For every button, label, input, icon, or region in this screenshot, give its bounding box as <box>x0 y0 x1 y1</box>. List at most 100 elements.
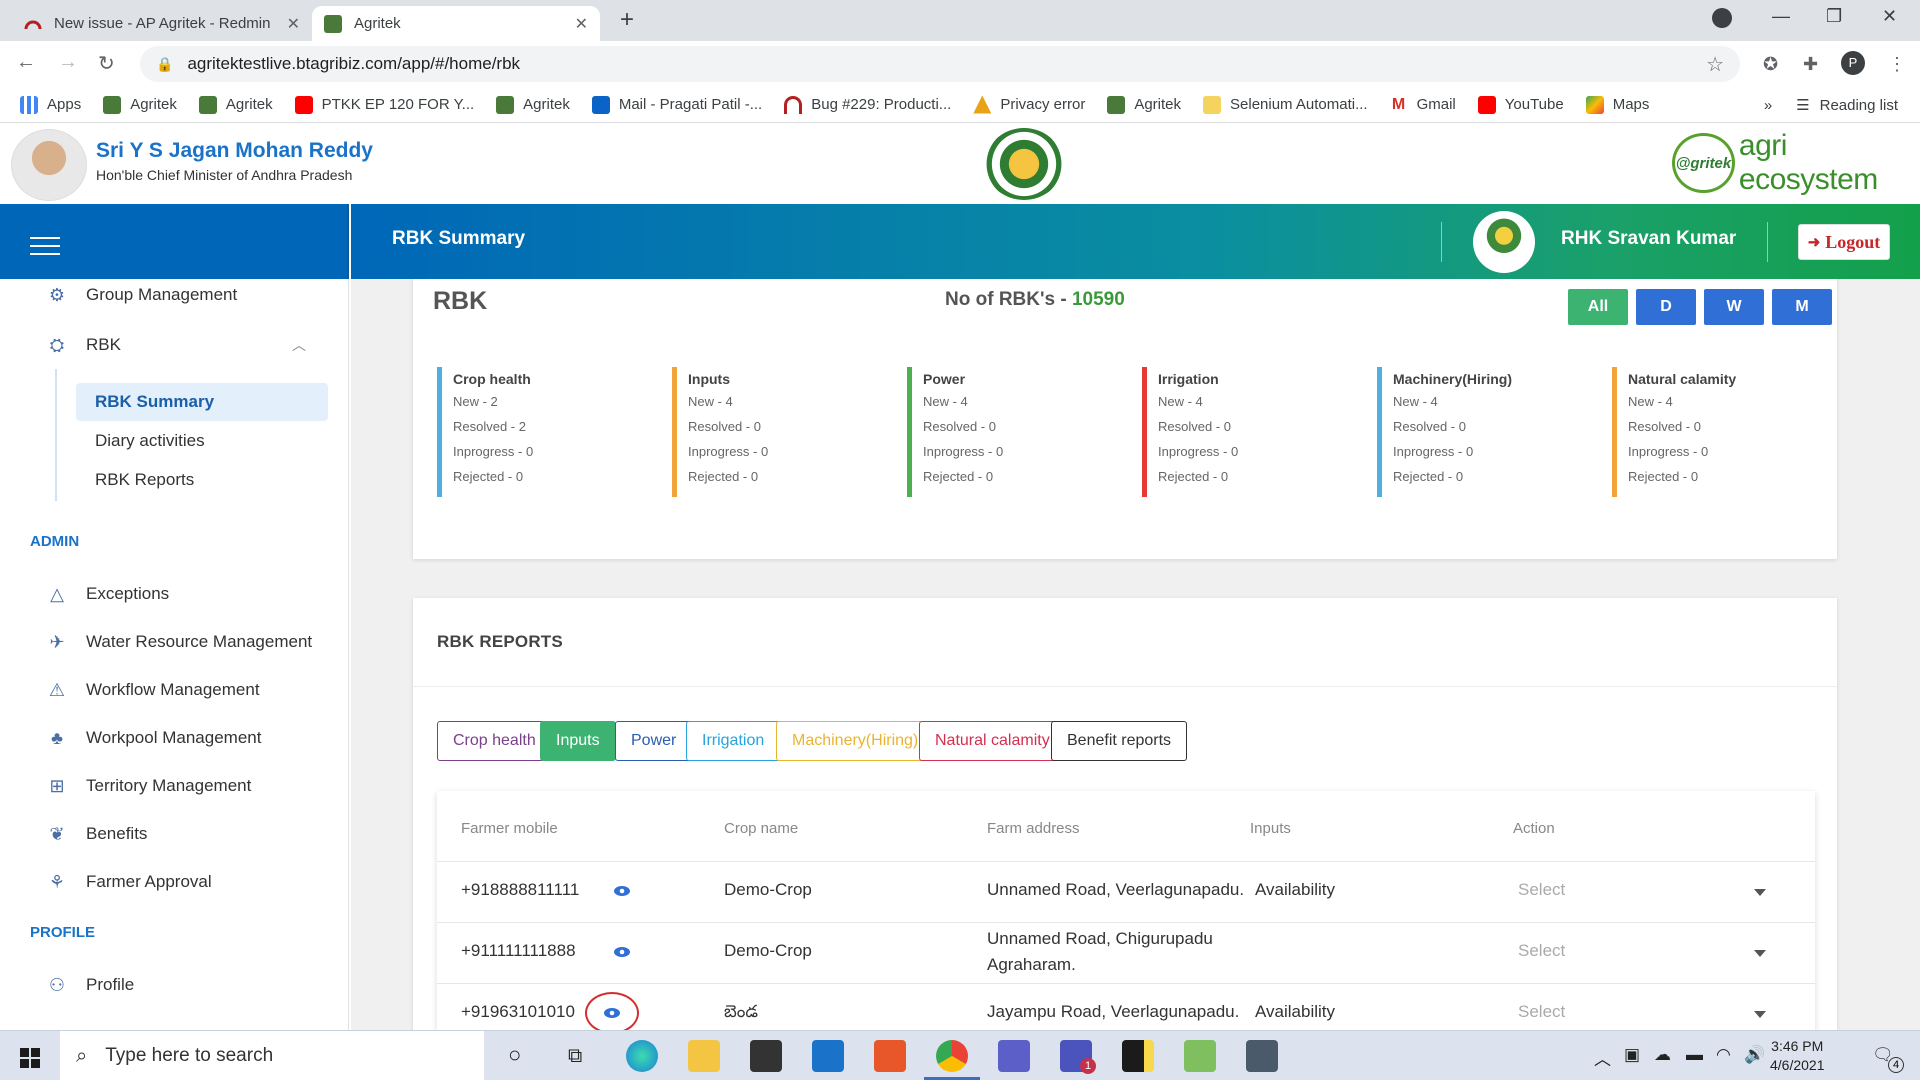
chrome-icon[interactable] <box>936 1040 968 1072</box>
bookmark-agritek[interactable]: Agritek <box>103 95 177 114</box>
more-bookmarks-icon[interactable]: » <box>1764 97 1772 114</box>
task-view-icon[interactable]: ⧉ <box>568 1045 582 1068</box>
report-tab-natural-calamity[interactable]: Natural calamity <box>919 721 1066 761</box>
office-icon[interactable] <box>874 1040 906 1072</box>
user-avatar[interactable] <box>1473 211 1535 273</box>
period-all-button[interactable]: All <box>1568 289 1628 325</box>
sidebar-item-profile[interactable]: ⚇ Profile <box>44 972 134 998</box>
reading-list-label[interactable]: Reading list <box>1820 97 1898 114</box>
bookmark-mail[interactable]: Mail - Pragati Patil -... <box>591 95 762 114</box>
hamburger-menu-icon[interactable] <box>30 237 60 261</box>
bookmark-agritek[interactable]: Agritek <box>1107 95 1181 114</box>
sidebar-item-label: Profile <box>86 975 135 994</box>
sticky-notes-icon[interactable] <box>1122 1040 1154 1072</box>
forward-icon[interactable]: → <box>58 51 78 74</box>
windows-start-icon[interactable] <box>20 1048 40 1068</box>
file-explorer-icon[interactable] <box>688 1040 720 1072</box>
chevron-up-icon[interactable]: ︿ <box>292 335 306 355</box>
view-eye-icon[interactable] <box>613 946 631 958</box>
view-eye-icon[interactable] <box>613 885 631 897</box>
sidebar-item-group-management[interactable]: ⚙ Group Management <box>44 282 237 308</box>
period-day-button[interactable]: D <box>1636 289 1696 325</box>
cell-crop-name: బెండ <box>724 1002 758 1021</box>
mail-icon[interactable] <box>812 1040 844 1072</box>
sidebar-item-workflow[interactable]: ⚠ Workflow Management <box>44 677 260 703</box>
bookmark-selenium[interactable]: Selenium Automati... <box>1203 95 1368 114</box>
report-tab-irrigation[interactable]: Irrigation <box>686 721 781 761</box>
edge-icon[interactable] <box>626 1040 658 1072</box>
sidebar-item-rbk[interactable]: ⛭ RBK <box>44 332 121 358</box>
extension-icon[interactable]: ✪ <box>1763 54 1778 75</box>
sidebar-item-workpool[interactable]: ♣ Workpool Management <box>44 725 261 751</box>
report-tab-crop-health[interactable]: Crop health <box>437 721 552 761</box>
close-tab-icon[interactable]: ✕ <box>575 14 588 34</box>
maximize-icon[interactable]: ❐ <box>1826 6 1842 27</box>
report-tab-benefit-reports[interactable]: Benefit reports <box>1051 721 1188 761</box>
meet-now-icon[interactable]: ▣ <box>1624 1045 1640 1065</box>
search-icon: ⌕ <box>76 1044 88 1067</box>
admin-section-label: ADMIN <box>30 533 80 550</box>
kebab-menu-icon[interactable]: ⋮ <box>1888 54 1906 75</box>
bookmark-gmail[interactable]: M Gmail <box>1390 96 1456 114</box>
teams-icon[interactable] <box>998 1040 1030 1072</box>
bookmark-bug[interactable]: Bug #229: Producti... <box>784 95 951 114</box>
action-select[interactable]: Select <box>1518 941 1565 961</box>
battery-icon[interactable]: ▬ <box>1686 1045 1703 1065</box>
report-tab-machinery[interactable]: Machinery(Hiring) <box>776 721 935 761</box>
close-tab-icon[interactable]: ✕ <box>287 14 300 34</box>
sidebar-item-farmer-approval[interactable]: ⚘ Farmer Approval <box>44 869 212 895</box>
user-name[interactable]: RHK Sravan Kumar <box>1561 228 1736 250</box>
windows-taskbar: ⌕ Type here to search ○ ⧉ 1 ︿ ▣ ☁ ▬ ◠ 🔊 … <box>0 1030 1920 1080</box>
paint-icon[interactable] <box>1184 1040 1216 1072</box>
puzzle-extensions-icon[interactable]: ✚ <box>1803 54 1818 75</box>
chevron-down-icon[interactable] <box>1754 1011 1766 1018</box>
action-select[interactable]: Select <box>1518 880 1565 900</box>
bookmark-agritek[interactable]: Agritek <box>198 95 273 114</box>
bookmark-ptkk[interactable]: PTKK EP 120 FOR Y... <box>294 95 474 114</box>
chevron-down-icon[interactable] <box>1754 889 1766 896</box>
sidebar-sub-rbk-summary[interactable]: RBK Summary <box>76 383 328 421</box>
reload-icon[interactable]: ↻ <box>98 51 115 76</box>
period-week-button[interactable]: W <box>1704 289 1764 325</box>
exceptions-icon: △ <box>50 584 64 604</box>
sidebar-item-exceptions[interactable]: △ Exceptions <box>44 581 169 607</box>
sidebar-sub-rbk-reports[interactable]: RBK Reports <box>95 470 194 490</box>
volume-icon[interactable]: 🔊 <box>1744 1045 1765 1065</box>
bookmark-privacy-error[interactable]: Privacy error <box>973 95 1085 114</box>
new-tab-icon[interactable]: + <box>620 6 634 34</box>
period-month-button[interactable]: M <box>1772 289 1832 325</box>
reading-list-icon[interactable]: ☰ <box>1796 96 1809 114</box>
report-tab-power[interactable]: Power <box>615 721 693 761</box>
onedrive-icon[interactable]: ☁ <box>1654 1045 1671 1065</box>
cortana-icon[interactable]: ○ <box>508 1042 521 1068</box>
browser-tab-agritek[interactable]: Agritek ✕ <box>312 6 600 41</box>
address-bar[interactable]: 🔒 agritektestlive.btagribiz.com/app/#/ho… <box>140 46 1740 82</box>
wifi-icon[interactable]: ◠ <box>1716 1045 1731 1065</box>
chevron-down-icon[interactable] <box>1754 950 1766 957</box>
close-window-icon[interactable]: ✕ <box>1882 6 1897 27</box>
back-icon[interactable]: ← <box>16 51 36 74</box>
sidebar-item-territory[interactable]: ⊞ Territory Management <box>44 773 251 799</box>
profile-avatar[interactable]: P <box>1841 51 1865 75</box>
calculator-icon[interactable] <box>1246 1040 1278 1072</box>
report-tab-inputs[interactable]: Inputs <box>540 721 616 761</box>
taskbar-search-input[interactable]: ⌕ Type here to search <box>60 1031 484 1080</box>
sidebar-item-water-resource[interactable]: ✈ Water Resource Management <box>44 629 312 655</box>
taskbar-clock[interactable]: 3:46 PM 4/6/2021 <box>1770 1037 1825 1075</box>
agritek-logo-text: agri ecosystem <box>1738 129 1878 196</box>
action-select[interactable]: Select <box>1518 1002 1565 1022</box>
browser-tab-redmine[interactable]: New issue - AP Agritek - Redmin ✕ <box>12 6 312 41</box>
store-icon[interactable] <box>750 1040 782 1072</box>
minimize-icon[interactable]: — <box>1772 6 1790 27</box>
bookmark-apps[interactable]: Apps <box>20 95 81 114</box>
tab-search-icon[interactable] <box>1712 8 1732 28</box>
bookmark-star-icon[interactable]: ☆ <box>1706 52 1724 77</box>
bookmark-youtube[interactable]: YouTube <box>1477 95 1564 114</box>
chevron-up-icon[interactable]: ︿ <box>1594 1045 1611 1070</box>
sidebar-item-label: Farmer Approval <box>86 872 212 891</box>
bookmark-agritek[interactable]: Agritek <box>496 95 570 114</box>
sidebar-item-benefits[interactable]: ❦ Benefits <box>44 821 147 847</box>
logout-button[interactable]: ➜ Logout <box>1798 224 1890 260</box>
bookmark-maps[interactable]: Maps <box>1585 95 1649 114</box>
sidebar-sub-diary-activities[interactable]: Diary activities <box>95 431 205 451</box>
